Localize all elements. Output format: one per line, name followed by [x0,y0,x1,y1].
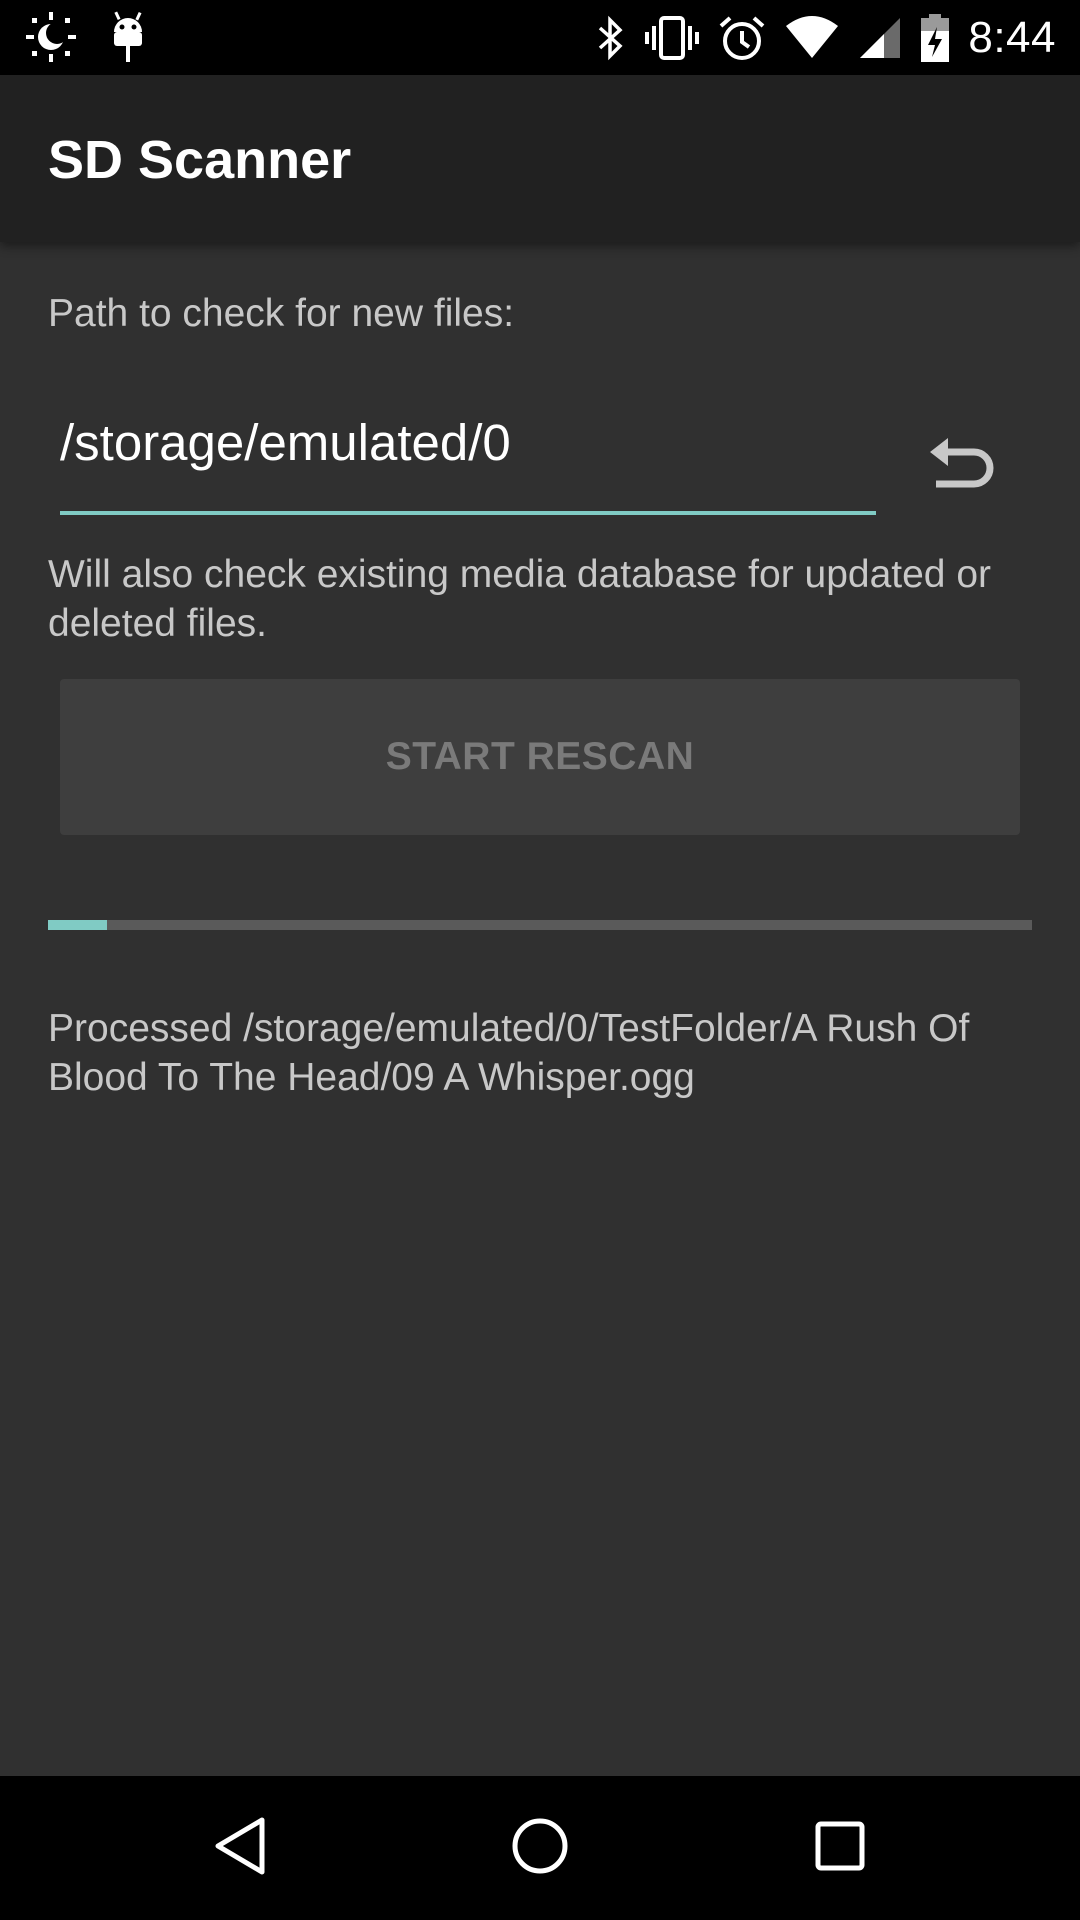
recents-button[interactable] [804,1812,876,1884]
alarm-icon [718,14,766,62]
bluetooth-icon [596,14,626,62]
recents-icon [810,1816,870,1881]
home-icon [508,1814,572,1883]
battery-charging-icon [920,13,950,63]
wifi-icon [784,14,840,62]
navigation-bar [0,1776,1080,1920]
back-icon [210,1814,270,1883]
start-rescan-label: START RESCAN [385,735,695,778]
main-content: Path to check for new files: Will also c… [0,242,1080,1776]
status-right-icons: 8:44 [596,10,1056,65]
scan-progress-fill [48,920,108,930]
status-left-icons [24,10,148,64]
processed-file-text: Processed /storage/emulated/0/TestFolder… [48,1007,970,1099]
android-debug-icon [108,10,148,64]
start-rescan-button[interactable]: START RESCAN [60,679,1020,835]
status-clock: 8:44 [968,12,1056,62]
app-title: SD Scanner [48,130,352,190]
cell-signal-icon [858,14,902,62]
back-button[interactable] [204,1812,276,1884]
brightness-icon [24,10,78,64]
reset-path-button[interactable] [916,420,1008,512]
vibrate-icon [644,14,700,62]
status-bar: 8:44 [0,0,1080,75]
app-bar: SD Scanner [0,75,1080,242]
scan-progress-bar [48,920,1032,930]
path-label: Path to check for new files: [48,292,515,335]
undo-icon [926,432,998,501]
path-input[interactable] [60,412,876,472]
database-note: Will also check existing media database … [48,553,992,645]
path-input-underline [60,511,876,515]
home-button[interactable] [504,1812,576,1884]
